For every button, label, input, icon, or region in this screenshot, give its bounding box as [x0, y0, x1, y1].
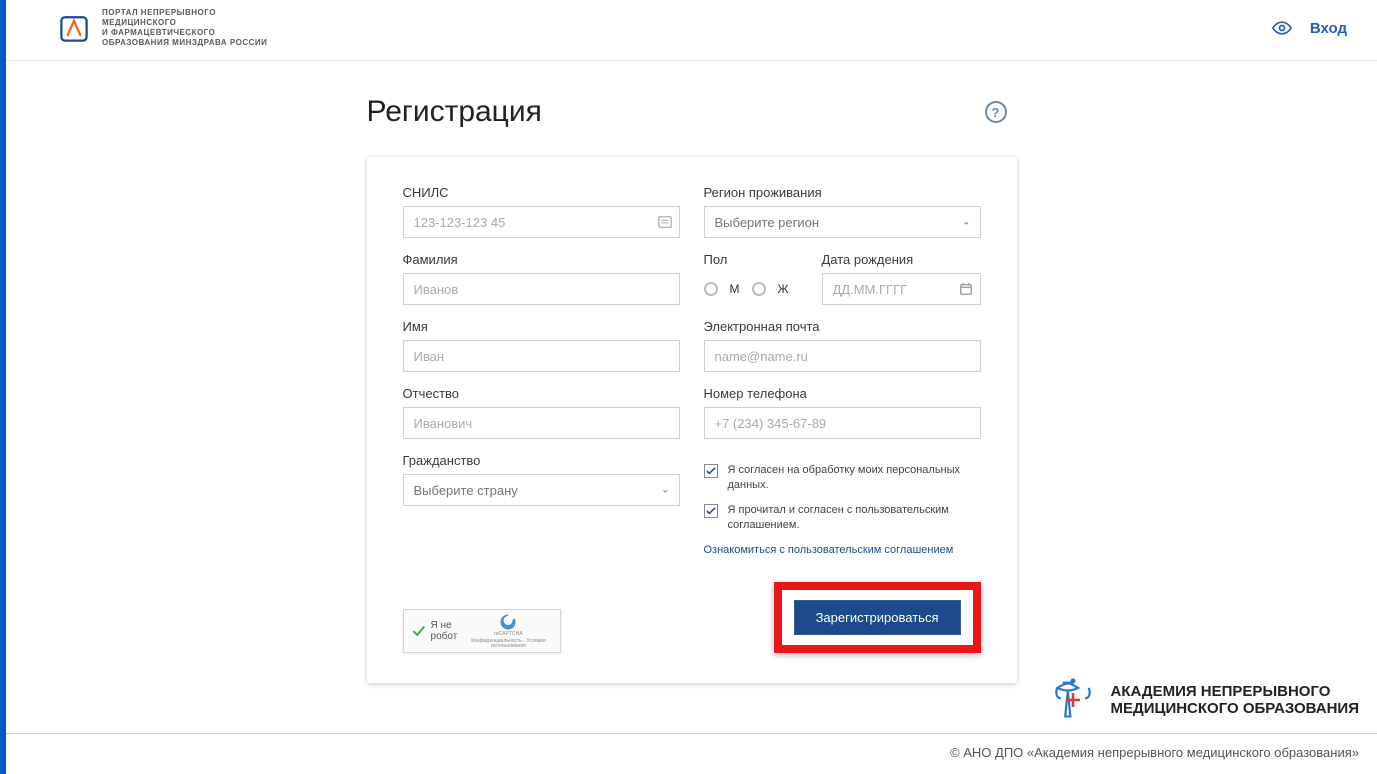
- patronymic-label: Отчество: [403, 386, 680, 401]
- brand-logo-icon: [56, 10, 92, 46]
- gender-female-label: Ж: [778, 282, 789, 296]
- consent-agreement-checkbox[interactable]: [704, 504, 718, 518]
- agreement-link[interactable]: Ознакомиться с пользовательским соглашен…: [704, 544, 981, 556]
- login-link[interactable]: Вход: [1310, 20, 1347, 37]
- snils-input[interactable]: [403, 206, 680, 238]
- registration-card: СНИЛС Фамилия Имя: [367, 157, 1017, 683]
- submit-button[interactable]: Зарегистрироваться: [794, 600, 961, 635]
- copyright-text: © АНО ДПО «Академия непрерывного медицин…: [950, 745, 1359, 760]
- recaptcha-widget[interactable]: Я не робот reCAPTCHA Конфиденциальность …: [403, 609, 561, 653]
- email-label: Электронная почта: [704, 319, 981, 334]
- consent-personal-text: Я согласен на обработку моих персональны…: [728, 463, 981, 493]
- firstname-label: Имя: [403, 319, 680, 334]
- calendar-icon: [959, 282, 973, 296]
- captcha-terms: Конфиденциальность - Условия использован…: [463, 639, 553, 650]
- lastname-input[interactable]: [403, 273, 680, 305]
- top-bar: ПОРТАЛ НЕПРЕРЫВНОГО МЕДИЦИНСКОГО И ФАРМА…: [6, 0, 1377, 61]
- checkmark-icon: [706, 507, 716, 515]
- checkmark-icon: [706, 467, 716, 475]
- footer-divider: [6, 733, 1377, 734]
- email-input[interactable]: [704, 340, 981, 372]
- firstname-input[interactable]: [403, 340, 680, 372]
- brand: ПОРТАЛ НЕПРЕРЫВНОГО МЕДИЦИНСКОГО И ФАРМА…: [56, 8, 267, 48]
- footer-text-line1: АКАДЕМИЯ НЕПРЕРЫВНОГО: [1111, 683, 1359, 700]
- lastname-label: Фамилия: [403, 252, 680, 267]
- left-accent-stripe: [0, 0, 6, 774]
- footer-brand: АКАДЕМИЯ НЕПРЕРЫВНОГО МЕДИЦИНСКОГО ОБРАЗ…: [1047, 674, 1359, 726]
- captcha-text: Я не робот: [431, 620, 458, 642]
- gender-female-radio[interactable]: [752, 282, 766, 296]
- gender-male-radio[interactable]: [704, 282, 718, 296]
- consent-agreement-text: Я прочитал и согласен с пользовательским…: [728, 503, 981, 533]
- region-select[interactable]: [704, 206, 981, 238]
- page-title: Регистрация: [367, 95, 542, 129]
- brand-text-line3: И ФАРМАЦЕВТИЧЕСКОГО: [102, 28, 267, 38]
- brand-text-line2: МЕДИЦИНСКОГО: [102, 18, 267, 28]
- brand-text-line4: ОБРАЗОВАНИЯ МИНЗДРАВА РОССИИ: [102, 38, 267, 48]
- help-icon[interactable]: ?: [985, 101, 1007, 123]
- footer-emblem-icon: [1047, 674, 1099, 726]
- gender-male-label: М: [730, 282, 740, 296]
- patronymic-input[interactable]: [403, 407, 680, 439]
- phone-label: Номер телефона: [704, 386, 981, 401]
- recaptcha-logo-icon: [499, 613, 517, 631]
- captcha-brand: reCAPTCHA: [494, 632, 522, 638]
- eye-icon[interactable]: [1272, 18, 1292, 38]
- citizenship-label: Гражданство: [403, 453, 680, 468]
- captcha-check-icon: [412, 623, 425, 639]
- snils-label: СНИЛС: [403, 185, 680, 200]
- birthdate-label: Дата рождения: [822, 252, 981, 267]
- gender-label: Пол: [704, 252, 804, 267]
- birthdate-input[interactable]: [822, 273, 981, 305]
- id-card-icon: [658, 215, 672, 229]
- brand-text-line1: ПОРТАЛ НЕПРЕРЫВНОГО: [102, 8, 267, 18]
- consent-personal-checkbox[interactable]: [704, 464, 718, 478]
- submit-highlight-box: Зарегистрироваться: [774, 582, 981, 653]
- phone-input[interactable]: [704, 407, 981, 439]
- footer-text-line2: МЕДИЦИНСКОГО ОБРАЗОВАНИЯ: [1111, 700, 1359, 717]
- region-label: Регион проживания: [704, 185, 981, 200]
- citizenship-select[interactable]: [403, 474, 680, 506]
